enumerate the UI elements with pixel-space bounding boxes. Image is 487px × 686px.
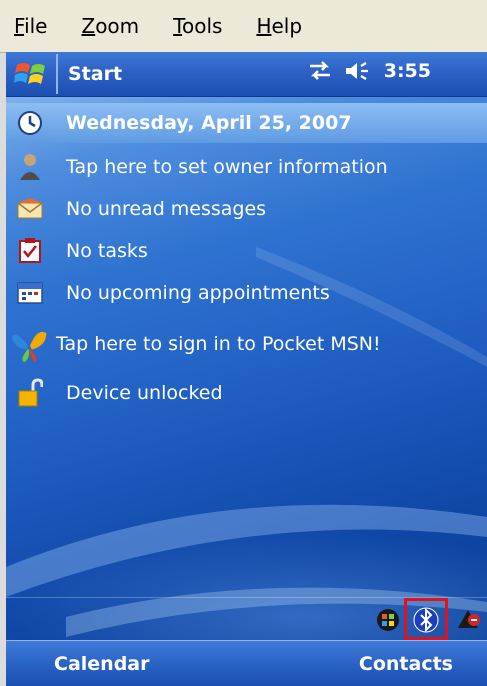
messages-text: No unread messages <box>66 198 267 220</box>
status-area: 3:55 <box>306 60 431 82</box>
envelope-icon <box>10 192 50 226</box>
date-row[interactable]: Wednesday, April 25, 2007 <box>6 103 487 143</box>
contacts-softkey[interactable]: Contacts <box>359 653 487 675</box>
appointments-text: No upcoming appointments <box>66 282 330 304</box>
owner-icon <box>10 150 50 184</box>
start-button[interactable] <box>6 54 58 94</box>
device-lock-row[interactable]: Device unlocked <box>6 373 487 413</box>
device-lock-text: Device unlocked <box>66 382 223 404</box>
activesync-icon[interactable] <box>374 606 402 634</box>
softkey-bar: Calendar Contacts <box>6 640 487 686</box>
menu-tools[interactable]: Tools <box>169 12 226 40</box>
menu-bar: File Zoom Tools Help <box>0 0 487 53</box>
tasks-row[interactable]: No tasks <box>6 231 487 271</box>
tasks-text: No tasks <box>66 240 148 262</box>
today-screen: Wednesday, April 25, 2007 Tap here to se… <box>6 97 487 640</box>
calendar-icon <box>10 276 50 310</box>
messages-row[interactable]: No unread messages <box>6 189 487 229</box>
menu-help[interactable]: Help <box>252 12 306 40</box>
emulator-window: File Zoom Tools Help Start 3:55 Wednesda… <box>0 0 487 686</box>
menu-zoom[interactable]: Zoom <box>77 12 143 40</box>
msn-text: Tap here to sign in to Pocket MSN! <box>56 333 381 355</box>
notification-tray <box>6 597 487 640</box>
speaker-icon[interactable] <box>344 60 374 82</box>
connectivity-icon[interactable] <box>306 60 334 82</box>
wireless-icon[interactable] <box>454 606 482 634</box>
calendar-softkey[interactable]: Calendar <box>6 653 183 675</box>
bluetooth-highlight-box <box>404 598 448 640</box>
start-label[interactable]: Start <box>68 63 122 85</box>
appointments-row[interactable]: No upcoming appointments <box>6 273 487 313</box>
clock-icon <box>10 106 50 140</box>
windows-flag-icon <box>14 63 45 84</box>
msn-row[interactable]: Tap here to sign in to Pocket MSN! <box>6 315 487 373</box>
owner-info-row[interactable]: Tap here to set owner information <box>6 147 487 187</box>
clock[interactable]: 3:55 <box>384 60 431 82</box>
title-bar: Start 3:55 <box>6 52 487 97</box>
msn-butterfly-icon <box>10 319 50 369</box>
menu-file[interactable]: File <box>10 12 51 40</box>
date-text: Wednesday, April 25, 2007 <box>66 112 352 134</box>
owner-info-text: Tap here to set owner information <box>66 156 388 178</box>
tasks-icon <box>10 234 50 268</box>
unlocked-padlock-icon <box>10 376 50 410</box>
